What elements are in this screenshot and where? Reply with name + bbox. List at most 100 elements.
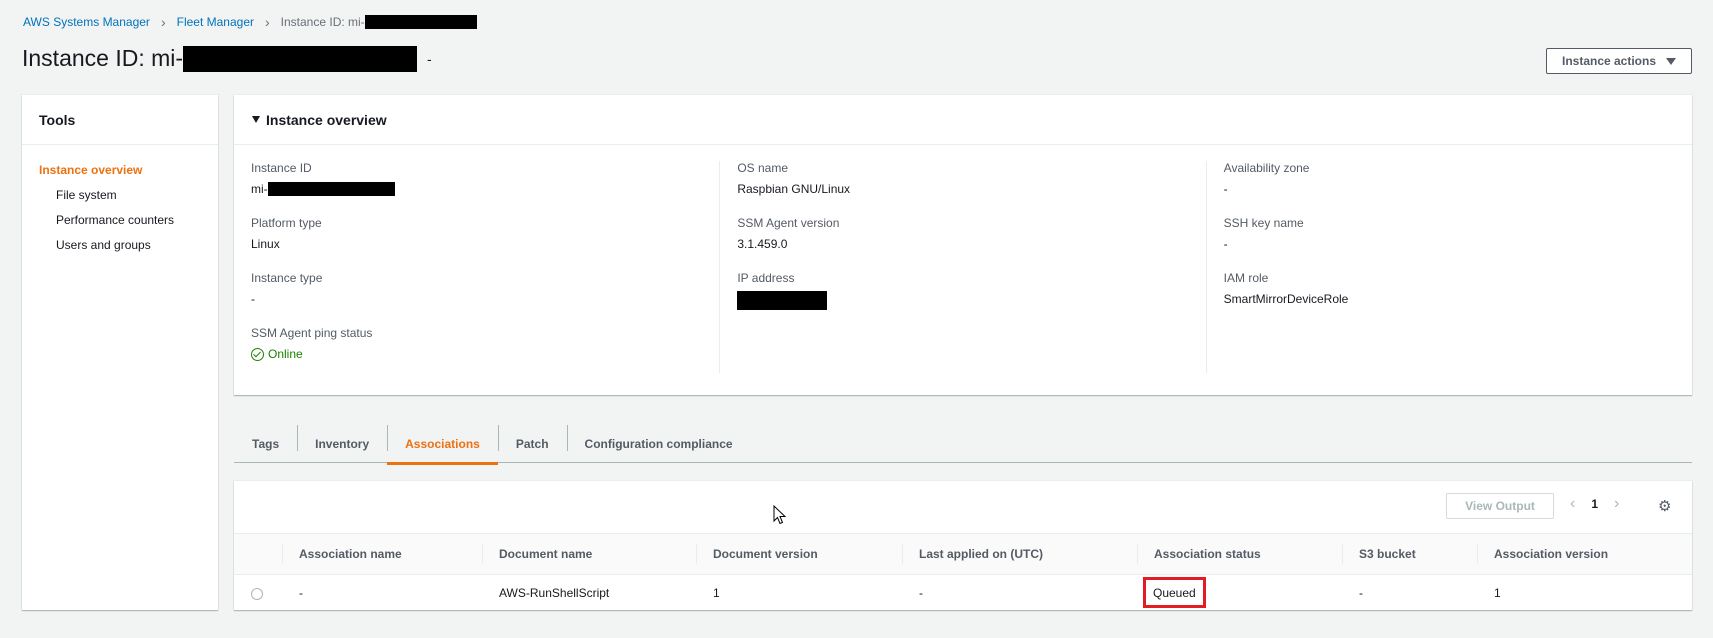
tab-patch[interactable]: Patch: [497, 425, 567, 463]
associations-toolbar: View Output ‹ 1 › ⚙: [234, 481, 1692, 533]
associations-panel: View Output ‹ 1 › ⚙ Association name Doc…: [234, 481, 1692, 610]
field-value: 3.1.459.0: [737, 237, 788, 251]
field-value: Raspbian GNU/Linux: [737, 182, 851, 196]
column-header-s3-bucket[interactable]: S3 bucket: [1342, 534, 1477, 575]
tool-performance-counters[interactable]: Performance counters: [22, 208, 218, 233]
chevron-left-icon[interactable]: ‹: [1570, 496, 1575, 512]
breadcrumb-fleet-manager[interactable]: Fleet Manager: [177, 15, 254, 29]
cell-s3-bucket: -: [1359, 585, 1363, 600]
redacted-block: [267, 182, 395, 196]
field-value: -: [1223, 237, 1228, 251]
breadcrumb: AWS Systems Manager › Fleet Manager › In…: [23, 15, 477, 29]
field-value: SmartMirrorDeviceRole: [1223, 292, 1349, 306]
select-column-header: [234, 534, 282, 575]
ping-status-value: Online: [268, 347, 303, 361]
field-label: Instance ID: [251, 161, 312, 175]
field-label: OS name: [737, 161, 789, 175]
field-ssh-key: SSH key name -: [1224, 216, 1692, 271]
tools-list: Instance overview File system Performanc…: [22, 145, 218, 258]
field-label: Instance type: [251, 271, 323, 285]
field-label: IP address: [737, 271, 795, 285]
tool-file-system[interactable]: File system: [22, 183, 218, 208]
field-label: IAM role: [1223, 271, 1269, 285]
field-availability-zone: Availability zone -: [1224, 161, 1692, 216]
page-title-suffix: -: [427, 50, 432, 67]
table-header-row: Association name Document name Document …: [234, 533, 1692, 575]
column-header-last-applied[interactable]: Last applied on (UTC): [902, 534, 1137, 575]
chevron-right-icon[interactable]: ›: [1614, 496, 1619, 512]
field-iam-role: IAM role SmartMirrorDeviceRole: [1224, 271, 1692, 326]
tab-tags[interactable]: Tags: [234, 425, 297, 463]
caret-down-icon: [1666, 57, 1677, 65]
field-value: -: [1223, 182, 1228, 196]
status-badge: Online: [251, 347, 719, 361]
tab-configuration-compliance[interactable]: Configuration compliance: [566, 425, 751, 463]
breadcrumb-chevron-icon: ›: [264, 14, 270, 30]
tools-panel: Tools Instance overview File system Perf…: [22, 95, 218, 610]
field-os-name: OS name Raspbian GNU/Linux: [737, 161, 1205, 216]
field-value: Linux: [251, 237, 280, 251]
field-platform-type: Platform type Linux: [251, 216, 719, 271]
field-instance-type: Instance type -: [251, 271, 719, 326]
field-label: Platform type: [251, 216, 322, 230]
field-value: mi-: [251, 182, 719, 196]
instance-actions-label: Instance actions: [1561, 54, 1657, 68]
table-row: - AWS-RunShellScript 1 - Queued - 1: [234, 575, 1692, 611]
field-label: SSM Agent version: [737, 216, 840, 230]
view-output-button[interactable]: View Output: [1446, 493, 1554, 519]
breadcrumb-systems-manager[interactable]: AWS Systems Manager: [23, 15, 150, 29]
mouse-cursor-icon: [773, 505, 787, 525]
page-number[interactable]: 1: [1591, 497, 1598, 511]
tab-associations[interactable]: Associations: [387, 425, 498, 465]
redacted-block: [737, 291, 828, 310]
field-ping-status: SSM Agent ping status Online: [251, 326, 719, 381]
instance-overview-header[interactable]: Instance overview: [234, 95, 1692, 145]
breadcrumb-chevron-icon: ›: [160, 14, 166, 30]
tools-title: Tools: [22, 95, 218, 145]
instance-actions-button[interactable]: Instance actions: [1546, 48, 1692, 74]
expand-triangle-icon: [252, 116, 260, 123]
cell-association-status: Queued: [1137, 575, 1342, 611]
tab-inventory[interactable]: Inventory: [297, 425, 387, 463]
instance-overview-panel: Instance overview Instance ID mi- Platfo…: [234, 95, 1692, 395]
column-header-document-version[interactable]: Document version: [696, 534, 902, 575]
field-label: SSM Agent ping status: [251, 326, 373, 340]
overview-column-1: Instance ID mi- Platform type Linux Inst…: [234, 161, 719, 373]
row-select-cell: [234, 575, 282, 611]
redacted-block: [183, 45, 418, 72]
field-label: Availability zone: [1223, 161, 1310, 175]
page-title: Instance ID: mi- -: [22, 45, 432, 72]
field-ip-address: IP address: [737, 271, 1205, 326]
column-header-document-name[interactable]: Document name: [482, 534, 696, 575]
page-title-text: Instance ID: mi-: [22, 45, 184, 71]
overview-column-2: OS name Raspbian GNU/Linux SSM Agent ver…: [719, 161, 1205, 373]
check-circle-icon: [251, 347, 264, 361]
cell-association-version: 1: [1494, 585, 1501, 600]
tool-instance-overview[interactable]: Instance overview: [22, 158, 218, 183]
cell-association-name: -: [299, 585, 303, 600]
field-agent-version: SSM Agent version 3.1.459.0: [737, 216, 1205, 271]
redacted-block: [364, 15, 477, 29]
overview-column-3: Availability zone - SSH key name - IAM r…: [1205, 161, 1692, 373]
field-value: [737, 291, 1205, 310]
tab-bar: Tags Inventory Associations Patch Config…: [234, 425, 1692, 465]
cell-document-name: AWS-RunShellScript: [499, 585, 610, 600]
associations-table: Association name Document name Document …: [234, 533, 1692, 611]
gear-icon[interactable]: ⚙: [1658, 497, 1671, 515]
instance-overview-title: Instance overview: [266, 112, 387, 128]
pagination: ‹ 1 ›: [1570, 496, 1619, 512]
field-label: SSH key name: [1223, 216, 1304, 230]
overview-grid: Instance ID mi- Platform type Linux Inst…: [234, 145, 1692, 373]
column-header-association-status[interactable]: Association status: [1137, 534, 1342, 575]
tool-users-and-groups[interactable]: Users and groups: [22, 233, 218, 258]
cell-document-version: 1: [713, 585, 720, 600]
field-value: -: [251, 292, 255, 306]
cell-last-applied: -: [919, 585, 923, 600]
column-header-association-version[interactable]: Association version: [1477, 534, 1692, 575]
column-header-association-name[interactable]: Association name: [282, 534, 482, 575]
row-radio-button[interactable]: [251, 587, 263, 600]
breadcrumb-current: Instance ID: mi-: [280, 15, 365, 29]
field-instance-id: Instance ID mi-: [251, 161, 719, 216]
instance-id-prefix: mi-: [251, 182, 268, 196]
status-highlight-box: Queued: [1143, 577, 1206, 609]
